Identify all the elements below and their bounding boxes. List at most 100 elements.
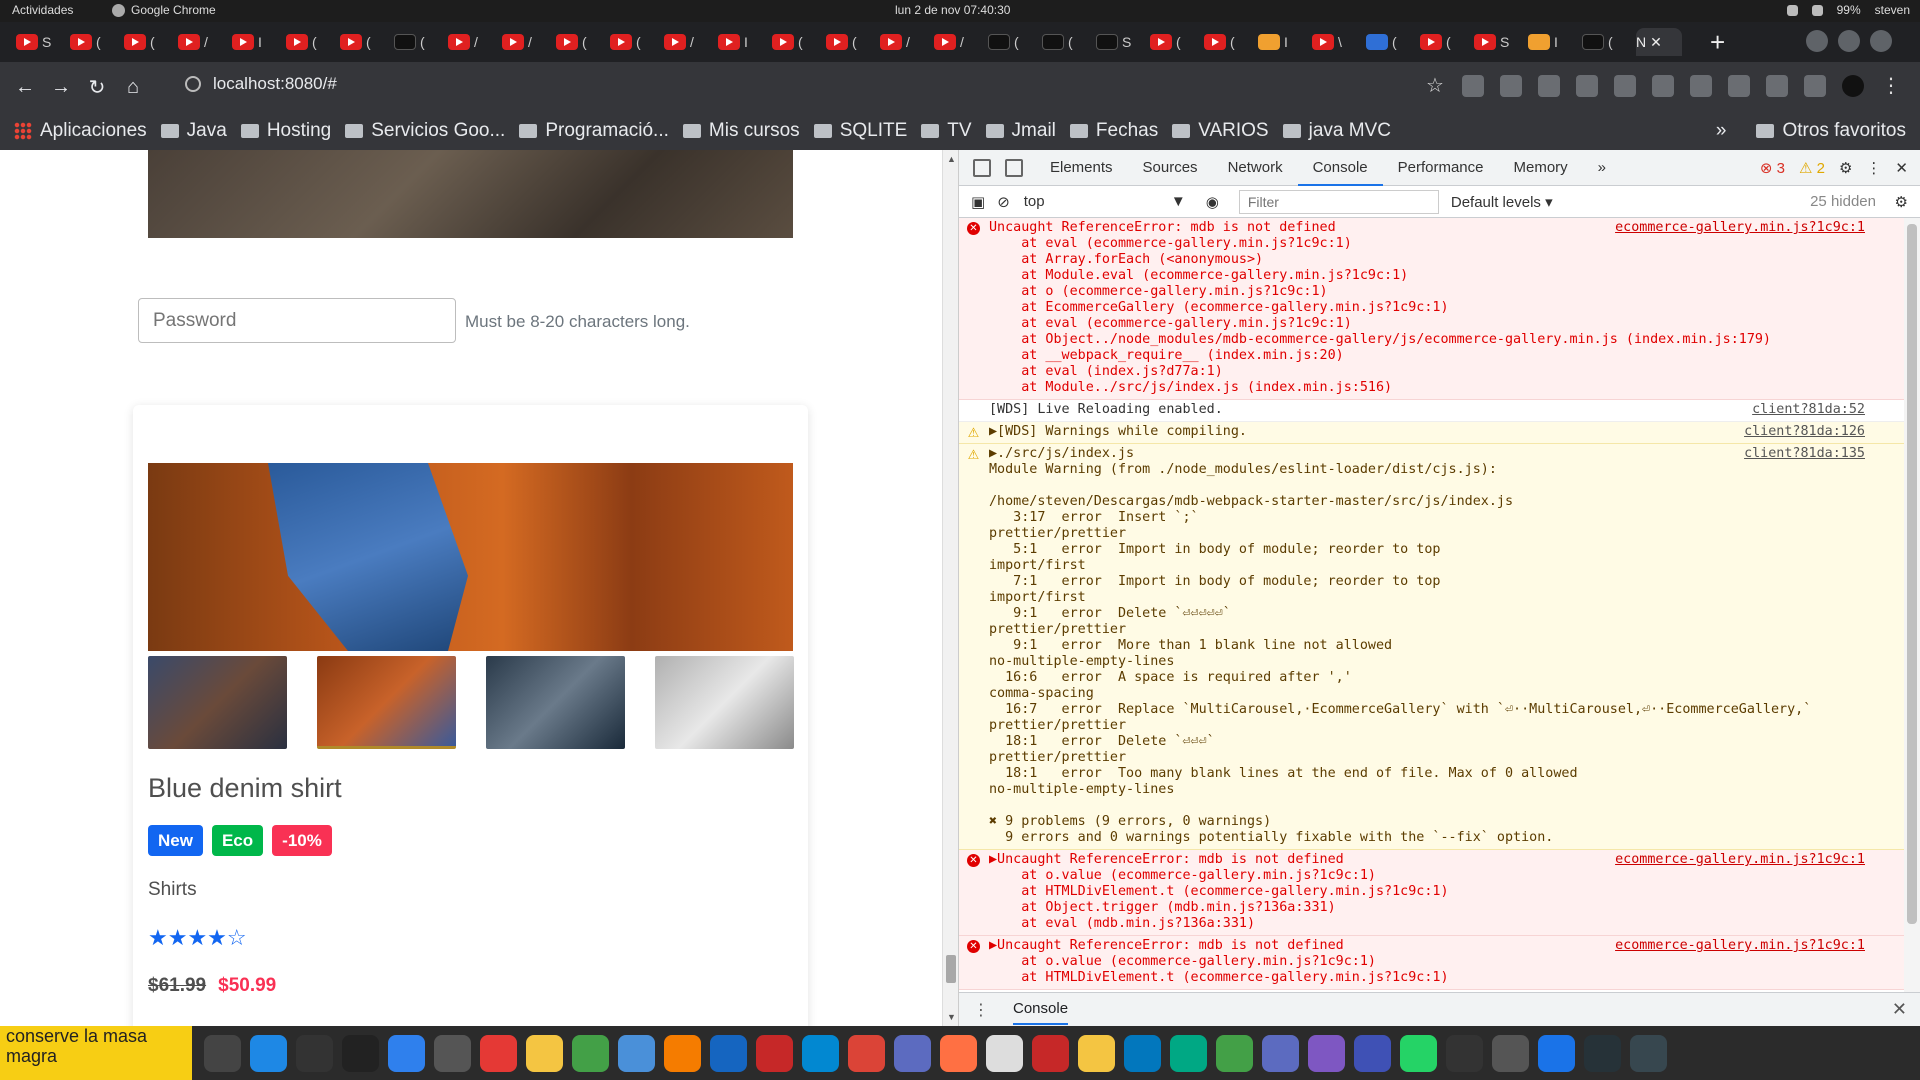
dock-app-icon[interactable] — [1630, 1034, 1667, 1072]
dock-app-icon[interactable] — [1216, 1034, 1253, 1072]
extension-icon[interactable] — [1538, 75, 1560, 97]
bookmarks-overflow-button[interactable]: » — [1716, 120, 1727, 142]
dock-app-icon[interactable] — [1078, 1034, 1115, 1072]
inspect-icon[interactable] — [973, 158, 991, 177]
extension-icon[interactable] — [1500, 75, 1522, 97]
address-bar[interactable]: localhost:8080/# — [185, 74, 337, 94]
console-message-error[interactable]: ✕ Uncaught ReferenceError: mdb is not def… — [959, 218, 1905, 400]
bookmark-folder[interactable]: Fechas — [1069, 120, 1158, 142]
dock-app-icon[interactable] — [296, 1034, 333, 1072]
home-icon[interactable]: ⌂ — [122, 76, 144, 99]
dock-app-icon[interactable] — [1400, 1034, 1437, 1072]
dock-app-icon[interactable] — [526, 1034, 563, 1072]
dock-app-icon[interactable] — [388, 1034, 425, 1072]
console-message-error[interactable]: ✕ ▶Uncaught ReferenceError: mdb is not de… — [959, 936, 1905, 990]
browser-tab[interactable]: ( — [826, 28, 880, 56]
devtools-tab-elements[interactable]: Elements — [1035, 150, 1128, 186]
dock-app-icon[interactable] — [1492, 1034, 1529, 1072]
dock-app-icon[interactable] — [1354, 1034, 1391, 1072]
minimize-button[interactable] — [1806, 30, 1828, 52]
kebab-menu-icon[interactable]: ⋮ — [1866, 159, 1881, 177]
dock-app-icon[interactable] — [618, 1034, 655, 1072]
dock-app-icon[interactable] — [1446, 1034, 1483, 1072]
kebab-menu-icon[interactable]: ⋮ — [973, 1000, 989, 1020]
app-menu[interactable]: Google Chrome — [112, 3, 216, 17]
gallery-thumbnail[interactable] — [148, 656, 287, 749]
rating-stars[interactable]: ★★★★☆ — [148, 925, 247, 951]
scroll-up-icon[interactable]: ▲ — [947, 154, 956, 164]
filter-input[interactable] — [1238, 189, 1439, 214]
browser-tab[interactable]: \ — [1312, 28, 1366, 56]
browser-tab[interactable]: ( — [1420, 28, 1474, 56]
browser-tab[interactable]: ( — [610, 28, 664, 56]
browser-tab[interactable]: ( — [1042, 28, 1096, 56]
dock-app-icon[interactable] — [1124, 1034, 1161, 1072]
devtools-tab-sources[interactable]: Sources — [1128, 150, 1213, 186]
password-input[interactable] — [138, 298, 456, 343]
dock-app-icon[interactable] — [940, 1034, 977, 1072]
console-message-warn[interactable]: ⚠ ▶[WDS] Warnings while compiling. client?… — [959, 422, 1905, 444]
tab-active[interactable]: N ✕ — [1636, 28, 1682, 56]
browser-tab[interactable]: ( — [286, 28, 340, 56]
console-source-link[interactable]: client?81da:126 — [1744, 424, 1865, 440]
dock-app-icon[interactable] — [756, 1034, 793, 1072]
activities-button[interactable]: Actividades — [12, 3, 73, 17]
dock-app-icon[interactable] — [204, 1034, 241, 1072]
bookmark-folder[interactable]: SQLITE — [813, 120, 907, 142]
browser-tab[interactable]: ( — [1366, 28, 1420, 56]
bookmark-folder[interactable]: Programació... — [519, 120, 669, 142]
sidebar-toggle-icon[interactable]: ▣ — [971, 193, 985, 211]
console-source-link[interactable]: client?81da:52 — [1752, 402, 1865, 418]
close-icon[interactable]: ✕ — [1895, 159, 1908, 177]
dock-app-icon[interactable] — [434, 1034, 471, 1072]
browser-tab[interactable]: I — [232, 28, 286, 56]
window-close-button[interactable] — [1870, 30, 1892, 52]
extension-icon[interactable] — [1614, 75, 1636, 97]
browser-tab[interactable]: ( — [394, 28, 448, 56]
other-bookmarks[interactable]: Otros favoritos — [1756, 120, 1906, 142]
console-message-warn[interactable]: ⚠ ▶./src/js/index.js Module Warning (from… — [959, 444, 1905, 850]
system-tray[interactable]: 99% steven — [1786, 3, 1910, 17]
close-icon[interactable]: ✕ — [1892, 999, 1907, 1020]
gear-icon[interactable]: ⚙ — [1839, 159, 1852, 177]
browser-tab[interactable]: ( — [340, 28, 394, 56]
dock-app-icon[interactable] — [710, 1034, 747, 1072]
extension-icon[interactable] — [1690, 75, 1712, 97]
device-toolbar-icon[interactable] — [1005, 158, 1023, 177]
devtools-tab-memory[interactable]: Memory — [1499, 150, 1583, 186]
dock-app-icon[interactable] — [480, 1034, 517, 1072]
browser-tab[interactable]: / — [880, 28, 934, 56]
hidden-count[interactable]: 25 hidden — [1810, 193, 1876, 210]
devtools-tab-network[interactable]: Network — [1213, 150, 1298, 186]
error-count[interactable]: ⊗ 3 — [1760, 159, 1785, 177]
reload-icon[interactable]: ↻ — [86, 75, 108, 100]
browser-tab[interactable]: / — [178, 28, 232, 56]
dock-app-icon[interactable] — [894, 1034, 931, 1072]
scroll-thumb[interactable] — [946, 955, 956, 983]
kebab-menu-icon[interactable]: ⋮ — [1880, 75, 1902, 97]
dock-app-icon[interactable] — [1262, 1034, 1299, 1072]
dock-app-icon[interactable] — [802, 1034, 839, 1072]
new-tab-button[interactable]: + — [1710, 27, 1725, 58]
info-icon[interactable] — [185, 76, 201, 92]
console-scroll-thumb[interactable] — [1907, 224, 1917, 924]
product-main-image[interactable] — [148, 463, 793, 651]
browser-tab[interactable]: S — [1096, 28, 1150, 56]
console-message-info[interactable]: [WDS] Live Reloading enabled. client?81da… — [959, 400, 1905, 422]
bookmark-apps[interactable]: Aplicaciones — [14, 120, 147, 142]
bookmark-folder[interactable]: VARIOS — [1172, 120, 1269, 142]
bookmark-folder[interactable]: Java — [160, 120, 227, 142]
dock-app-icon[interactable] — [1032, 1034, 1069, 1072]
dock-app-icon[interactable] — [1308, 1034, 1345, 1072]
dock-app-icon[interactable] — [848, 1034, 885, 1072]
forward-icon[interactable]: → — [50, 76, 72, 99]
console-scrollbar[interactable] — [1904, 218, 1920, 992]
dock-app-icon[interactable] — [1170, 1034, 1207, 1072]
dock-app-icon[interactable] — [572, 1034, 609, 1072]
warning-count[interactable]: ⚠ 2 — [1799, 159, 1825, 177]
console-message-error[interactable]: ✕ ▶Uncaught ReferenceError: mdb is not de… — [959, 850, 1905, 936]
browser-tab[interactable]: ( — [988, 28, 1042, 56]
bookmark-star-icon[interactable]: ☆ — [1424, 75, 1446, 97]
browser-tab[interactable]: I — [1528, 28, 1582, 56]
levels-dropdown[interactable]: Default levels ▾ — [1451, 193, 1553, 211]
